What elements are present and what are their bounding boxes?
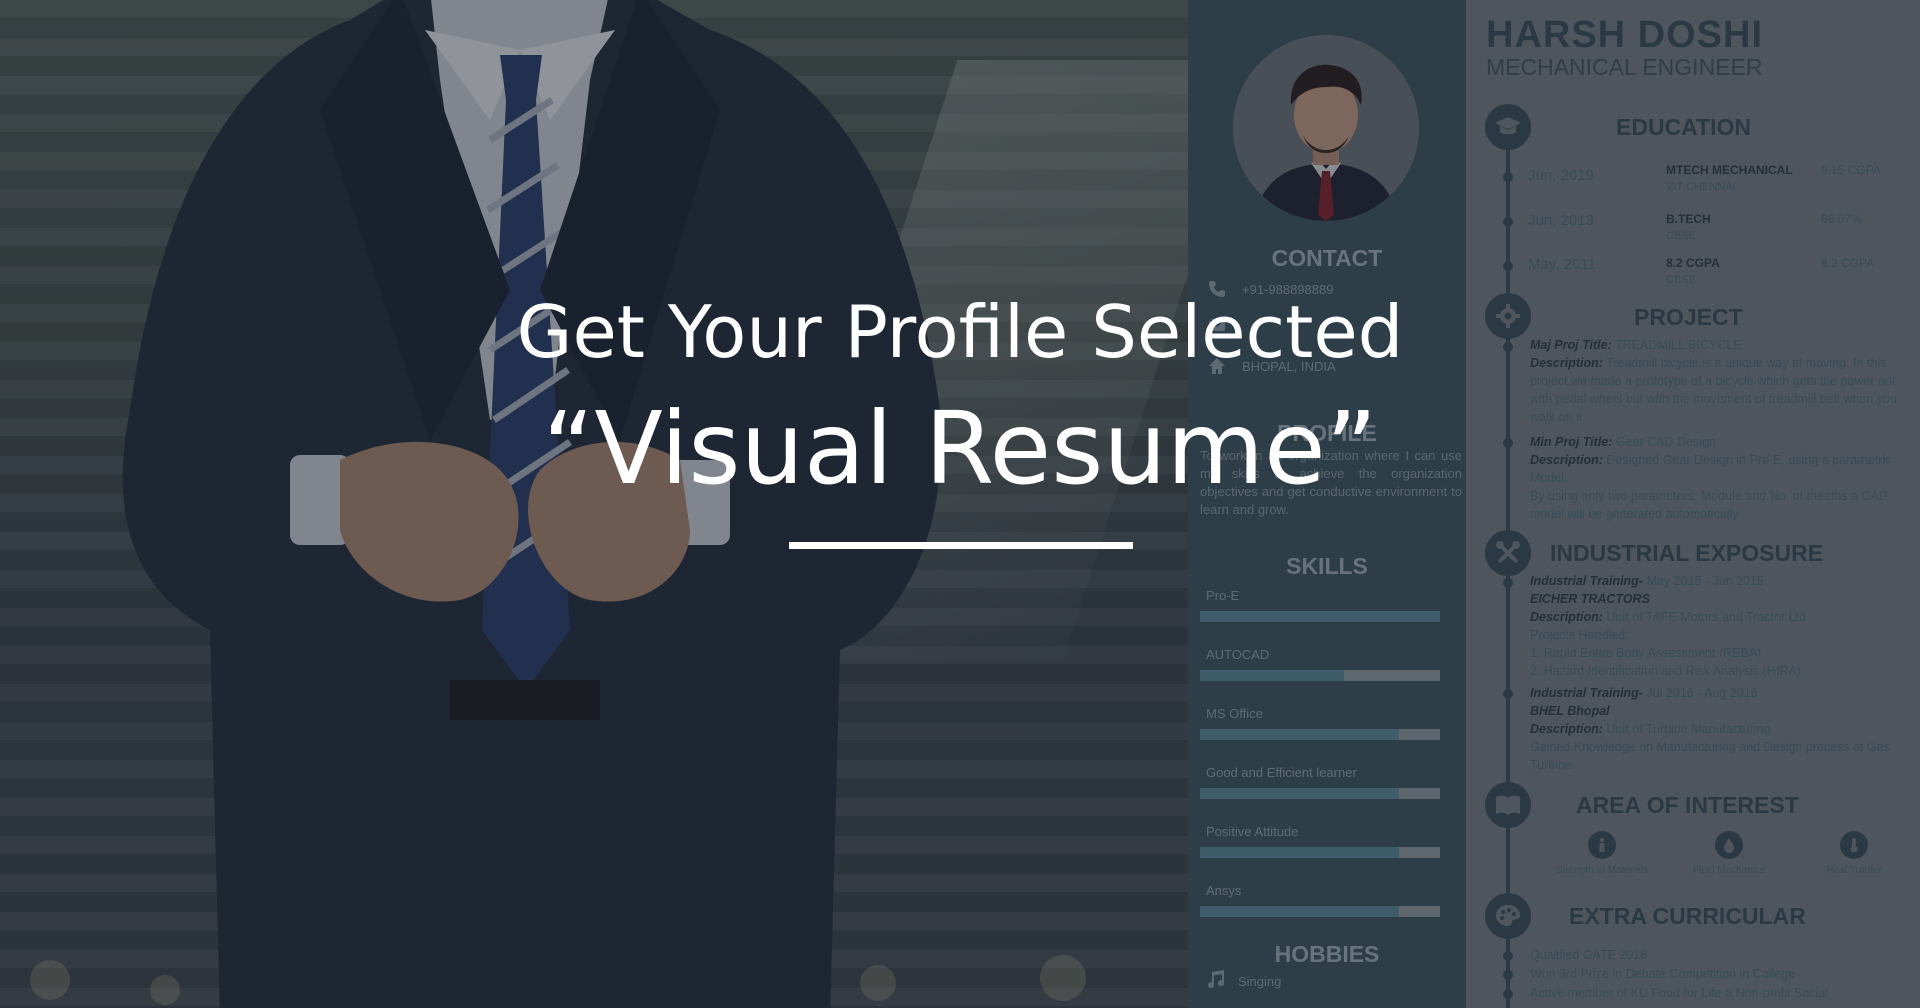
hero-underline <box>789 542 1133 549</box>
hero-headline: Get Your Profile Selected <box>516 290 1404 374</box>
hero-subhead: “Visual Resume” <box>542 390 1378 507</box>
